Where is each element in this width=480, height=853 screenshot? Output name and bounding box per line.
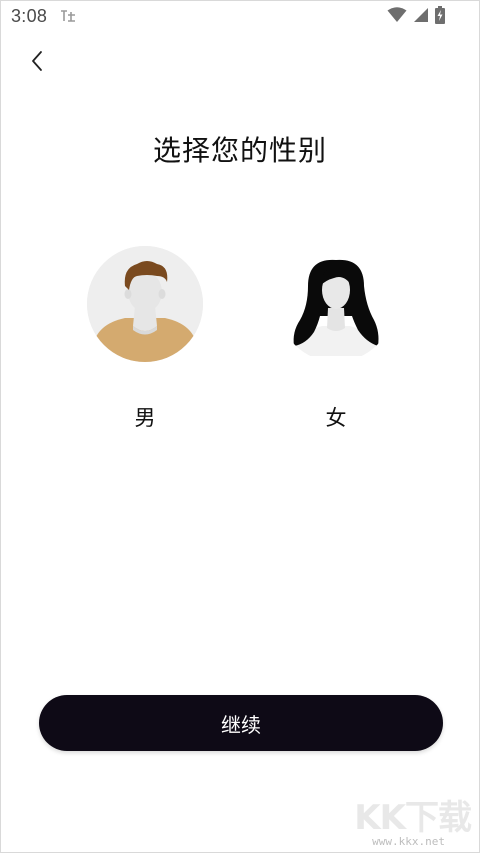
female-avatar-icon [278,246,394,362]
gender-label-male: 男 [134,406,156,430]
app-notification-icon [59,8,77,24]
chevron-left-icon [32,51,42,71]
watermark-logo: KK下载 [354,798,472,838]
gender-label-female: 女 [325,406,347,430]
gender-selection-screen: 3:08 选择您的性别 男 女 继续 KK下载 www.kkx.net [0,0,480,853]
continue-button[interactable]: 继续 [39,695,443,751]
wifi-icon [387,7,407,27]
status-time: 3:08 [11,6,48,26]
cell-signal-icon [413,7,429,27]
back-button[interactable] [21,45,53,77]
battery-charging-icon [435,6,445,28]
watermark: KK下载 www.kkx.net [353,790,473,850]
gender-option-female[interactable]: 女 [278,246,394,431]
gender-option-male[interactable]: 男 [87,246,203,431]
page-title: 选择您的性别 [152,134,327,167]
male-avatar-icon [87,246,203,362]
status-icons [387,6,445,28]
status-bar: 3:08 [1,1,479,33]
watermark-url: www.kkx.net [372,835,445,848]
